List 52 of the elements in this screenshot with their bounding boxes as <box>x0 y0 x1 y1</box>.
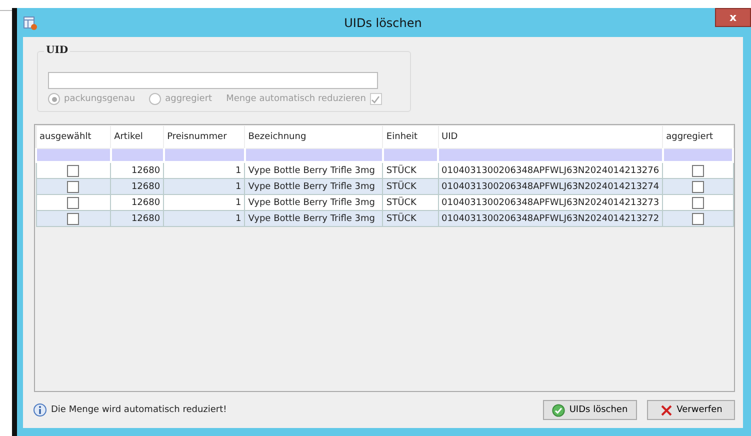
close-button[interactable]: x <box>715 8 751 27</box>
table-cell: 0104031300206348APFWLJ63N2024014213272 <box>442 214 660 224</box>
table-cell: 1 <box>235 214 242 224</box>
table-cell: STÜCK <box>386 166 416 176</box>
row-checkbox[interactable] <box>67 180 80 192</box>
table-cell: Vype Bottle Berry Trifle 3mg <box>248 182 375 192</box>
filter-cell[interactable] <box>244 148 383 162</box>
column-header[interactable]: UID <box>438 126 663 148</box>
window-title: UIDs löschen <box>344 16 422 30</box>
discard-button[interactable]: Verwerfen <box>647 400 735 420</box>
table-cell: 0104031300206348APFWLJ63N2024014213274 <box>442 182 660 192</box>
table-cell: Vype Bottle Berry Trifle 3mg <box>248 214 375 224</box>
table-cell: STÜCK <box>386 214 416 224</box>
filter-cell[interactable] <box>438 148 663 162</box>
row-checkbox[interactable] <box>692 180 704 192</box>
checkmark-icon <box>371 94 380 104</box>
row-checkbox[interactable] <box>67 164 80 176</box>
column-header[interactable]: Bezeichnung <box>244 126 383 148</box>
filter-cell[interactable] <box>36 148 111 162</box>
table-cell: 1 <box>235 198 242 208</box>
table-cell: 1 <box>235 182 242 192</box>
uid-input-field[interactable] <box>48 72 378 89</box>
row-checkbox[interactable] <box>692 164 704 176</box>
group-title: UID <box>44 45 70 56</box>
info-icon <box>33 403 47 417</box>
table-cell: STÜCK <box>386 198 416 208</box>
table-cell: 12680 <box>131 214 160 224</box>
close-icon <box>660 404 673 416</box>
table-cell: 0104031300206348APFWLJ63N2024014213273 <box>442 198 660 208</box>
column-header[interactable]: Artikel <box>110 126 164 148</box>
table-cell: STÜCK <box>386 182 416 192</box>
table-cell: Vype Bottle Berry Trifle 3mg <box>248 166 375 176</box>
column-header[interactable]: aggregiert <box>662 126 733 148</box>
column-header[interactable]: Preisnummer <box>164 126 245 148</box>
table-cell: Vype Bottle Berry Trifle 3mg <box>248 198 375 208</box>
table-icon <box>23 16 37 30</box>
column-header[interactable]: Einheit <box>382 126 438 148</box>
column-header[interactable]: ausgewählt <box>36 126 111 148</box>
row-checkbox[interactable] <box>67 212 80 224</box>
delete-uids-button[interactable]: UIDs löschen <box>543 400 637 420</box>
table-cell: 0104031300206348APFWLJ63N2024014213276 <box>442 166 660 176</box>
table-cell: 12680 <box>131 198 160 208</box>
filter-cell[interactable] <box>662 148 733 162</box>
filter-cell[interactable] <box>164 148 245 162</box>
row-checkbox[interactable] <box>692 196 704 208</box>
status-message: Die Menge wird automatisch reduziert! <box>51 405 227 415</box>
table-cell: 1 <box>235 166 242 176</box>
row-checkbox[interactable] <box>67 196 80 208</box>
row-checkbox[interactable] <box>692 212 704 224</box>
check-circle-icon <box>552 404 566 416</box>
table-cell: 12680 <box>131 166 160 176</box>
table-cell: 12680 <box>131 182 160 192</box>
